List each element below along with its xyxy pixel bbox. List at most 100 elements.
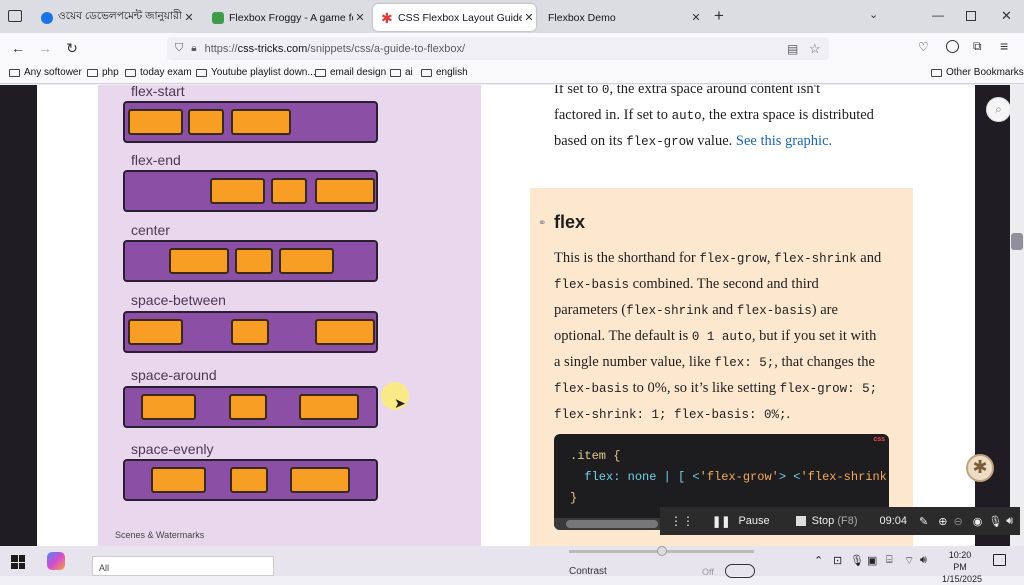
- bookmark-english[interactable]: english: [421, 67, 468, 78]
- link-icon[interactable]: ⚭: [538, 218, 546, 229]
- bookmark-star-icon[interactable]: ☆: [809, 41, 821, 57]
- pocket-icon[interactable]: ♡: [918, 40, 929, 54]
- camera-tray-icon[interactable]: ▣: [867, 554, 877, 567]
- tab-title: ওয়েব ডেভেলপমেন্ট জানুয়ারী ২০: [58, 10, 182, 22]
- other-bookmarks[interactable]: Other Bookmarks: [931, 67, 1024, 78]
- tab-css-tricks[interactable]: ✱ CSS Flexbox Layout Guide | CSS ✕: [373, 4, 536, 31]
- folder-icon: [315, 68, 326, 77]
- bookmark-label: english: [436, 67, 468, 78]
- inline-code: flex-basis: [554, 278, 630, 292]
- css-tricks-star-widget-icon[interactable]: ✱: [966, 454, 994, 482]
- copilot-icon[interactable]: [47, 552, 65, 570]
- zoom-in-icon[interactable]: ⊕: [938, 515, 947, 528]
- slider-thumb[interactable]: [657, 546, 667, 556]
- menu-icon[interactable]: ≡: [1000, 38, 1008, 54]
- inline-code: auto: [671, 109, 702, 123]
- chevron-down-icon[interactable]: ⌄: [869, 8, 878, 21]
- clock-date: 1/15/2025: [942, 574, 983, 584]
- css-tricks-icon: ✱: [381, 9, 393, 26]
- flex-item: [230, 467, 268, 493]
- close-tab-icon[interactable]: ✕: [182, 11, 196, 24]
- close-tab-icon[interactable]: ✕: [353, 11, 367, 24]
- prose-line: This is the shorthand for flex-grow, fle…: [554, 246, 894, 272]
- bookmark-ai[interactable]: ai: [390, 67, 413, 78]
- url-text: https://css-tricks.com/snippets/css/a-gu…: [205, 43, 465, 55]
- close-tab-icon[interactable]: ✕: [689, 11, 703, 24]
- url-prefix: https://: [204, 42, 238, 55]
- extensions-icon[interactable]: ⧉: [973, 39, 982, 54]
- zoom-out-icon[interactable]: ⊖: [953, 515, 962, 528]
- bookmark-label: php: [102, 67, 119, 78]
- flex-item: [229, 394, 267, 420]
- bookmark-any-softower[interactable]: Any softower: [9, 67, 82, 78]
- stop-icon[interactable]: [795, 516, 806, 526]
- restore-button[interactable]: [966, 11, 976, 21]
- bookmark-php[interactable]: php: [87, 67, 119, 78]
- example-label: center: [131, 222, 170, 238]
- network-tray-icon[interactable]: ⌸: [886, 554, 893, 567]
- account-icon[interactable]: [946, 40, 959, 53]
- tab-flexbox-demo[interactable]: Flexbox Demo ✕: [540, 4, 703, 31]
- forward-button[interactable]: →: [37, 40, 53, 56]
- see-graphic-link[interactable]: See this graphic.: [736, 133, 832, 149]
- address-bar[interactable]: ⛉ 🔒︎ https://css-tricks.com/snippets/css…: [167, 37, 829, 60]
- speaker-icon[interactable]: 🔊︎: [1006, 515, 1013, 528]
- shield-icon[interactable]: ⛉: [175, 42, 183, 55]
- microphone-tray-icon[interactable]: 🎙︎: [850, 554, 864, 567]
- bookmark-email-design[interactable]: email design: [315, 67, 386, 78]
- new-tab-button[interactable]: +: [714, 6, 724, 26]
- notification-icon[interactable]: [993, 554, 1006, 566]
- page-scrollbar[interactable]: [1010, 85, 1024, 546]
- bookmark-label: today exam: [140, 67, 192, 78]
- chevron-up-icon[interactable]: ⌃: [814, 554, 823, 567]
- clock[interactable]: 10:20 PM 1/15/2025: [942, 549, 983, 585]
- flex-item: [128, 109, 183, 135]
- pause-icon[interactable]: ❚❚: [712, 515, 730, 528]
- bookmark-today-exam[interactable]: today exam: [125, 67, 192, 78]
- webcam-icon[interactable]: ◉: [973, 515, 983, 528]
- stop-label: Stop: [811, 515, 835, 527]
- drag-handle-icon[interactable]: ⋮⋮: [670, 514, 694, 528]
- all-dropdown[interactable]: All: [92, 556, 274, 576]
- example-label: space-between: [131, 292, 226, 308]
- space-around-bar: [123, 386, 378, 428]
- tab-title: Flexbox Froggy - A game for le: [229, 11, 353, 24]
- flex-item: [271, 178, 307, 204]
- flex-item: [279, 248, 334, 274]
- wifi-tray-icon[interactable]: ⌔: [904, 554, 914, 568]
- stop-button[interactable]: Stop (F8): [812, 515, 858, 527]
- pen-icon[interactable]: ✎: [919, 515, 928, 528]
- close-window-button[interactable]: ✕: [1001, 8, 1012, 24]
- clock-time: 10:20 PM: [948, 550, 972, 572]
- close-tab-icon[interactable]: ✕: [522, 11, 536, 24]
- code-content: .item { flex: none | [ <'flex-grow'> <'f…: [570, 446, 889, 509]
- text: , but if you set it with: [751, 328, 877, 344]
- microphone-icon[interactable]: 🎙︎: [988, 515, 1002, 528]
- pause-button[interactable]: Pause: [738, 515, 769, 527]
- text: , the extra space is distributed: [701, 107, 874, 123]
- example-label: space-around: [131, 367, 217, 383]
- minimize-button[interactable]: —: [932, 8, 944, 22]
- back-button[interactable]: ←: [10, 40, 26, 56]
- space-between-bar: [123, 311, 378, 353]
- reload-button[interactable]: ↻: [64, 40, 80, 56]
- flex-item: [151, 467, 206, 493]
- scrollbar-thumb[interactable]: [1011, 233, 1023, 250]
- search-icon[interactable]: ⌕: [986, 97, 1011, 122]
- tab-flexbox-froggy[interactable]: Flexbox Froggy - A game for le ✕: [204, 4, 367, 31]
- tab-web-dev[interactable]: ওয়েব ডেভেলপমেন্ট জানুয়ারী ২০ ✕: [33, 4, 196, 31]
- tab-list-icon[interactable]: [8, 10, 22, 22]
- volume-tray-icon[interactable]: 🔊︎: [920, 554, 927, 567]
- record-icon[interactable]: ⊡: [833, 554, 842, 567]
- flex-item: [188, 109, 224, 135]
- prose-line: parameters (flex-shrink and flex-basis) …: [554, 298, 894, 324]
- stop-shortcut: (F8): [837, 515, 858, 527]
- bookmark-youtube-playlist[interactable]: Youtube playlist down...: [196, 67, 316, 78]
- windows-start-icon[interactable]: [11, 555, 25, 569]
- flex-start-bar: [123, 101, 378, 143]
- flex-item: [235, 248, 273, 274]
- reader-view-icon[interactable]: ▤: [787, 42, 798, 56]
- inline-code: flex-shrink: 1; flex-basis: 0%;: [554, 408, 787, 422]
- lock-icon[interactable]: 🔒︎: [191, 43, 196, 54]
- prose-line: flex-basis combined. The second and thir…: [554, 272, 894, 298]
